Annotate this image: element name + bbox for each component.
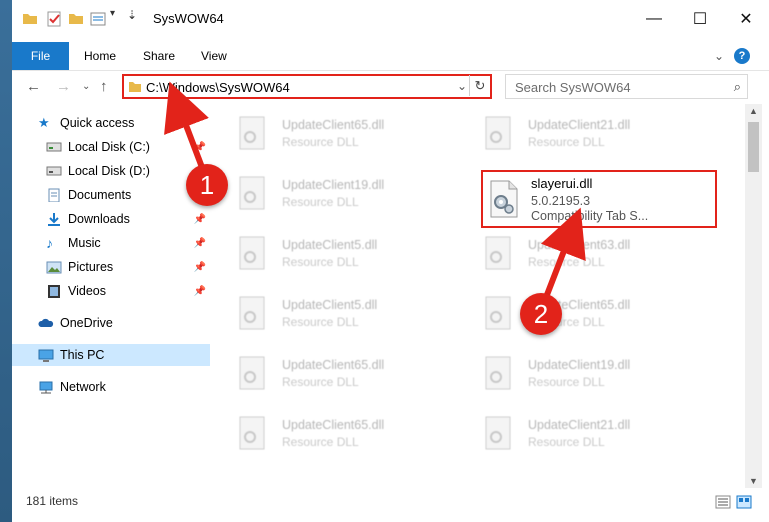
callout-arrow-2 — [540, 207, 586, 302]
callout-badge-1: 1 — [186, 164, 228, 206]
callout-badge-2: 2 — [520, 293, 562, 335]
callout-arrow-1 — [164, 81, 209, 172]
callout-arrows — [164, 81, 586, 302]
